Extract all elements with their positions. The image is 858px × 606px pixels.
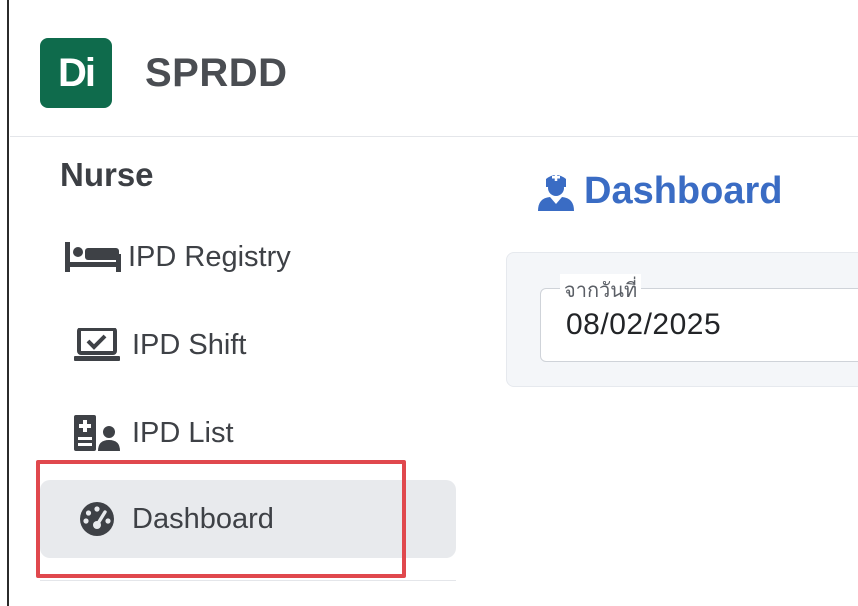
- window-left-edge: [7, 0, 9, 606]
- bed-icon: [64, 242, 122, 272]
- sidebar-item-label: IPD Registry: [128, 240, 291, 273]
- app-name: SPRDD: [145, 50, 288, 95]
- sidebar-item-label: IPD Shift: [132, 328, 247, 361]
- header-divider: [10, 136, 858, 137]
- sidebar-item-label: Dashboard: [132, 502, 274, 535]
- sidebar-bottom-divider: [40, 580, 456, 581]
- sidebar-item-dashboard[interactable]: Dashboard: [40, 480, 456, 558]
- app-logo: Di: [40, 38, 112, 108]
- page-title: Dashboard: [536, 170, 782, 213]
- user-nurse-icon: [536, 173, 576, 211]
- patient-list-icon: [68, 415, 126, 451]
- sidebar-section-title: Nurse: [60, 156, 154, 193]
- page-title-text: Dashboard: [584, 170, 783, 212]
- sidebar-item-ipd-list[interactable]: IPD List: [40, 394, 456, 472]
- sidebar-item-ipd-shift[interactable]: IPD Shift: [40, 306, 456, 384]
- from-date-label: จากวันที่: [560, 274, 642, 306]
- sidebar-item-ipd-registry[interactable]: IPD Registry: [40, 218, 456, 296]
- from-date-value[interactable]: 08/02/2025: [566, 308, 721, 342]
- gauge-icon: [68, 501, 126, 537]
- app-brand[interactable]: Di SPRDD: [40, 38, 288, 108]
- sidebar-item-label: IPD List: [132, 416, 234, 449]
- laptop-check-icon: [68, 328, 126, 362]
